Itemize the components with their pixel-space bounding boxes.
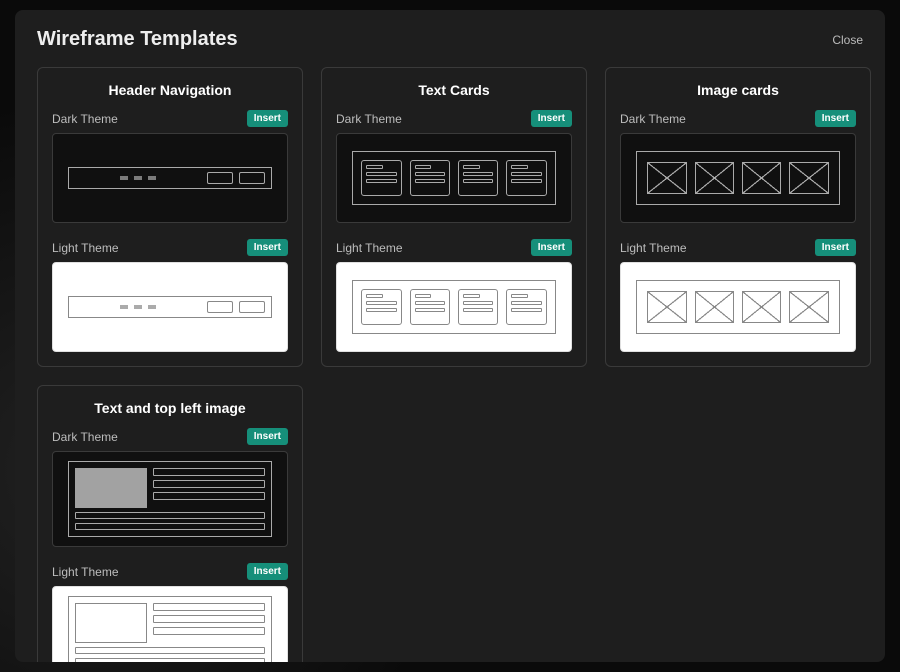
variant-label-dark: Dark Theme xyxy=(620,112,686,126)
insert-button-imagecards-light[interactable]: Insert xyxy=(815,239,856,256)
template-card-text-and-top-left-image: Text and top left image Dark Theme Inser… xyxy=(37,385,303,662)
insert-button-textcards-dark[interactable]: Insert xyxy=(531,110,572,127)
variant-row-dark: Dark Theme Insert xyxy=(52,110,288,127)
variant-row-light: Light Theme Insert xyxy=(620,239,856,256)
wireframe-textcards-icon xyxy=(352,280,555,334)
insert-button-textimg-light[interactable]: Insert xyxy=(247,563,288,580)
variant-row-dark: Dark Theme Insert xyxy=(620,110,856,127)
wireframe-imagecards-icon xyxy=(636,151,839,205)
template-card-image-cards: Image cards Dark Theme Insert Light Them… xyxy=(605,67,871,367)
insert-button-textcards-light[interactable]: Insert xyxy=(531,239,572,256)
insert-button-header-light[interactable]: Insert xyxy=(247,239,288,256)
preview-header-light xyxy=(52,262,288,352)
preview-imagecards-dark xyxy=(620,133,856,223)
template-title: Image cards xyxy=(620,82,856,98)
variant-label-light: Light Theme xyxy=(336,241,403,255)
variant-label-light: Light Theme xyxy=(52,241,119,255)
preview-header-dark xyxy=(52,133,288,223)
variant-label-light: Light Theme xyxy=(52,565,119,579)
variant-row-dark: Dark Theme Insert xyxy=(336,110,572,127)
variant-label-dark: Dark Theme xyxy=(336,112,402,126)
insert-button-textimg-dark[interactable]: Insert xyxy=(247,428,288,445)
wireframe-text-top-left-image-icon xyxy=(68,461,271,537)
insert-button-header-dark[interactable]: Insert xyxy=(247,110,288,127)
preview-textcards-dark xyxy=(336,133,572,223)
variant-row-light: Light Theme Insert xyxy=(52,563,288,580)
modal-header: Wireframe Templates Close xyxy=(37,28,863,51)
templates-grid: Header Navigation Dark Theme Insert Ligh… xyxy=(37,67,863,662)
preview-textimg-light xyxy=(52,586,288,662)
template-card-header-navigation: Header Navigation Dark Theme Insert Ligh… xyxy=(37,67,303,367)
variant-label-light: Light Theme xyxy=(620,241,687,255)
wireframe-imagecards-icon xyxy=(636,280,839,334)
template-title: Text and top left image xyxy=(52,400,288,416)
template-card-text-cards: Text Cards Dark Theme Insert Light Theme… xyxy=(321,67,587,367)
insert-button-imagecards-dark[interactable]: Insert xyxy=(815,110,856,127)
variant-label-dark: Dark Theme xyxy=(52,112,118,126)
wireframe-headerbar-icon xyxy=(68,167,271,189)
templates-modal: Wireframe Templates Close Header Navigat… xyxy=(15,10,885,662)
template-title: Header Navigation xyxy=(52,82,288,98)
variant-row-light: Light Theme Insert xyxy=(52,239,288,256)
modal-title: Wireframe Templates xyxy=(37,28,238,51)
wireframe-text-top-left-image-icon xyxy=(68,596,271,662)
template-title: Text Cards xyxy=(336,82,572,98)
variant-row-light: Light Theme Insert xyxy=(336,239,572,256)
variant-row-dark: Dark Theme Insert xyxy=(52,428,288,445)
variant-label-dark: Dark Theme xyxy=(52,430,118,444)
preview-imagecards-light xyxy=(620,262,856,352)
wireframe-textcards-icon xyxy=(352,151,555,205)
wireframe-headerbar-icon xyxy=(68,296,271,318)
close-button[interactable]: Close xyxy=(832,33,863,47)
preview-textcards-light xyxy=(336,262,572,352)
preview-textimg-dark xyxy=(52,451,288,547)
